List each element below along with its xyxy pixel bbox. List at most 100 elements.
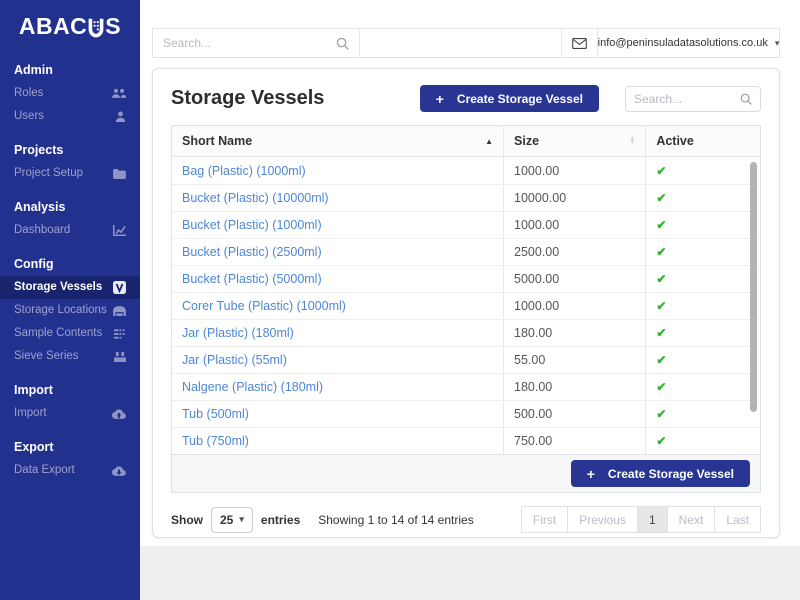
vessel-link[interactable]: Corer Tube (Plastic) (1000ml) [182, 299, 346, 313]
active-check-icon: ✔ [656, 218, 666, 232]
table-row: Bucket (Plastic) (1000ml) 1000.00 ✔ [172, 211, 760, 238]
pagination-next-button[interactable]: Next [667, 506, 716, 533]
size-value: 180.00 [514, 380, 552, 394]
vessel-link[interactable]: Bucket (Plastic) (2500ml) [182, 245, 322, 259]
pagination: First Previous 1 Next Last [522, 506, 761, 533]
sidebar-item-data-export[interactable]: Data Export [0, 459, 140, 482]
pagination-previous-button[interactable]: Previous [567, 506, 638, 533]
cloud-upload-icon [112, 409, 126, 419]
sidebar: ABAC S Admin Roles Users Projects Project… [0, 0, 140, 600]
table-row: Corer Tube (Plastic) (1000ml) 1000.00 ✔ [172, 292, 760, 319]
vessel-link[interactable]: Tub (750ml) [182, 434, 249, 448]
sidebar-item-storage-vessels[interactable]: Storage Vessels [0, 276, 140, 299]
nav-section-projects: Projects Project Setup [0, 132, 140, 185]
sidebar-item-roles[interactable]: Roles [0, 82, 140, 105]
storage-vessels-card: Storage Vessels + Create Storage Vessel [152, 68, 780, 538]
table-row: Jar (Plastic) (180ml) 180.00 ✔ [172, 319, 760, 346]
table-row: Tub (500ml) 500.00 ✔ [172, 400, 760, 427]
size-value: 1000.00 [514, 164, 559, 178]
pagination-page-1-button[interactable]: 1 [637, 506, 668, 533]
chart-line-icon [113, 225, 126, 236]
sidebar-item-project-setup[interactable]: Project Setup [0, 162, 140, 185]
global-search-input[interactable] [163, 36, 336, 50]
nav-section-admin: Admin Roles Users [0, 52, 140, 128]
logo-text-right: S [105, 13, 121, 40]
vessel-link[interactable]: Jar (Plastic) (180ml) [182, 326, 294, 340]
size-value: 2500.00 [514, 245, 559, 259]
pagination-last-button[interactable]: Last [714, 506, 761, 533]
table-scrollbar[interactable] [750, 162, 757, 412]
mail-button[interactable] [561, 29, 597, 57]
column-header-short-name[interactable]: Short Name ▲ [172, 126, 503, 156]
warehouse-icon [113, 306, 126, 316]
vessel-link[interactable]: Nalgene (Plastic) (180ml) [182, 380, 323, 394]
sidebar-item-import[interactable]: Import [0, 402, 140, 425]
table-footer: + Create Storage Vessel [172, 454, 760, 492]
vessel-link[interactable]: Jar (Plastic) (55ml) [182, 353, 287, 367]
size-value: 750.00 [514, 434, 552, 448]
active-check-icon: ✔ [656, 353, 666, 367]
size-value: 180.00 [514, 326, 552, 340]
active-check-icon: ✔ [656, 380, 666, 394]
sidebar-item-storage-locations[interactable]: Storage Locations [0, 299, 140, 322]
show-label: Show [171, 513, 203, 527]
table-search-input[interactable] [634, 92, 740, 106]
sidebar-item-users[interactable]: Users [0, 105, 140, 128]
users-group-icon [112, 88, 126, 99]
table-controls: Show 25 ▾ entries Showing 1 to 14 of 14 … [171, 506, 761, 533]
sidebar-item-dashboard[interactable]: Dashboard [0, 219, 140, 242]
table-body: Bag (Plastic) (1000ml) 1000.00 ✔ Bucket … [172, 157, 760, 454]
nav-header-export: Export [0, 429, 140, 459]
pagination-first-button[interactable]: First [521, 506, 568, 533]
active-check-icon: ✔ [656, 299, 666, 313]
account-email: info@peninsuladatasolutions.co.uk [598, 37, 768, 49]
global-search [153, 29, 359, 57]
entries-label: entries [261, 513, 300, 527]
nav-header-analysis: Analysis [0, 189, 140, 219]
sidebar-nav: Admin Roles Users Projects Project Setup [0, 52, 140, 482]
account-dropdown[interactable]: info@peninsuladatasolutions.co.uk ▾ [597, 29, 779, 57]
app-window: ABAC S Admin Roles Users Projects Project… [0, 0, 800, 600]
topbar-spacer [359, 29, 561, 57]
sidebar-item-sieve-series[interactable]: Sieve Series [0, 345, 140, 368]
active-check-icon: ✔ [656, 407, 666, 421]
size-value: 55.00 [514, 353, 545, 367]
size-value: 10000.00 [514, 191, 566, 205]
vessel-link[interactable]: Tub (500ml) [182, 407, 249, 421]
column-header-active[interactable]: Active [645, 126, 760, 156]
nav-section-config: Config Storage Vessels Storage Locations… [0, 246, 140, 368]
sort-icon: ▲▼ [629, 137, 635, 146]
table-row: Tub (750ml) 750.00 ✔ [172, 427, 760, 454]
sort-ascending-icon: ▲ [485, 137, 493, 146]
folder-icon [113, 169, 126, 179]
column-header-size[interactable]: Size ▲▼ [503, 126, 645, 156]
plus-icon: + [436, 91, 444, 107]
sidebar-item-sample-contents[interactable]: Sample Contents [0, 322, 140, 345]
size-value: 5000.00 [514, 272, 559, 286]
envelope-icon [572, 38, 587, 49]
card-header: Storage Vessels + Create Storage Vessel [171, 85, 761, 112]
vessel-icon [113, 281, 126, 294]
nav-header-admin: Admin [0, 52, 140, 82]
nav-header-config: Config [0, 246, 140, 276]
active-check-icon: ✔ [656, 191, 666, 205]
create-storage-vessel-button-top[interactable]: + Create Storage Vessel [420, 85, 599, 112]
active-check-icon: ✔ [656, 272, 666, 286]
size-value: 500.00 [514, 407, 552, 421]
vessel-link[interactable]: Bucket (Plastic) (1000ml) [182, 218, 322, 232]
table-row: Jar (Plastic) (55ml) 55.00 ✔ [172, 346, 760, 373]
logo-text-left: ABAC [19, 13, 87, 40]
vessels-table: Short Name ▲ Size ▲▼ Active [171, 125, 761, 493]
search-icon [336, 37, 349, 50]
abacus-logo[interactable]: ABAC S [0, 0, 140, 48]
nav-section-analysis: Analysis Dashboard [0, 189, 140, 242]
vessel-link[interactable]: Bucket (Plastic) (10000ml) [182, 191, 329, 205]
size-value: 1000.00 [514, 299, 559, 313]
vessel-link[interactable]: Bucket (Plastic) (5000ml) [182, 272, 322, 286]
create-storage-vessel-button-bottom[interactable]: + Create Storage Vessel [571, 460, 750, 487]
page-size-select[interactable]: 25 ▾ [211, 507, 253, 533]
table-header-row: Short Name ▲ Size ▲▼ Active [172, 126, 760, 157]
vessel-link[interactable]: Bag (Plastic) (1000ml) [182, 164, 306, 178]
showing-entries-text: Showing 1 to 14 of 14 entries [318, 513, 473, 527]
active-check-icon: ✔ [656, 434, 666, 448]
